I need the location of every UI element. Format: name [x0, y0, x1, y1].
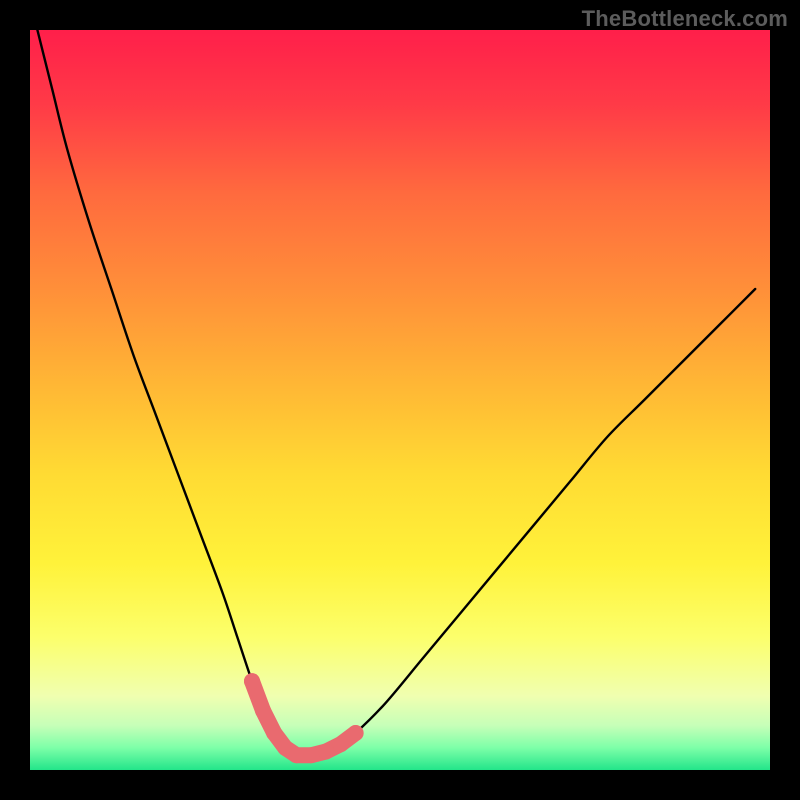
marker-dot: [318, 744, 334, 760]
marker-dot: [244, 673, 260, 689]
marker-group: [244, 673, 364, 763]
plot-area: [30, 30, 770, 770]
curve-layer: [30, 30, 770, 770]
marker-dot: [348, 725, 364, 741]
marker-dot: [333, 736, 349, 752]
marker-dot: [266, 725, 282, 741]
watermark-text: TheBottleneck.com: [582, 6, 788, 32]
marker-dot: [303, 747, 319, 763]
chart-frame: TheBottleneck.com: [0, 0, 800, 800]
marker-dot: [288, 747, 304, 763]
marker-dot: [255, 703, 271, 719]
bottleneck-curve: [37, 30, 755, 756]
